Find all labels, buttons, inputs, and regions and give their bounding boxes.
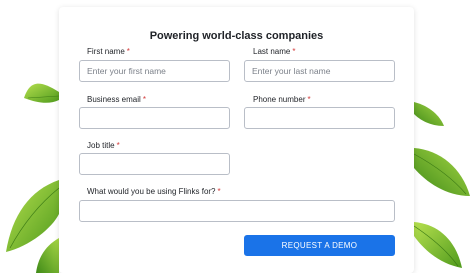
last-name-input[interactable] xyxy=(244,60,395,82)
job-title-input[interactable] xyxy=(79,153,230,175)
job-title-label-text: Job title xyxy=(87,141,115,150)
first-name-label: First name * xyxy=(87,47,130,56)
business-email-input[interactable] xyxy=(79,107,230,129)
phone-number-label: Phone number * xyxy=(253,95,311,104)
last-name-label-text: Last name xyxy=(253,47,291,56)
required-marker: * xyxy=(217,187,221,196)
required-marker: * xyxy=(116,141,120,150)
leaf-icon xyxy=(24,83,60,103)
required-marker: * xyxy=(126,47,130,56)
required-marker: * xyxy=(142,95,146,104)
leaf-icon xyxy=(414,102,444,126)
leaf-icon xyxy=(6,180,60,252)
use-case-label: What would you be using Flinks for? * xyxy=(87,187,221,196)
phone-number-input[interactable] xyxy=(244,107,395,129)
leaf-icon xyxy=(413,148,470,196)
phone-number-label-text: Phone number xyxy=(253,95,306,104)
business-email-label-text: Business email xyxy=(87,95,141,104)
business-email-label: Business email * xyxy=(87,95,146,104)
required-marker: * xyxy=(292,47,296,56)
last-name-label: Last name * xyxy=(253,47,295,56)
required-marker: * xyxy=(307,95,311,104)
leaf-icon xyxy=(36,238,59,273)
job-title-label: Job title * xyxy=(87,141,120,150)
first-name-label-text: First name xyxy=(87,47,125,56)
first-name-input[interactable] xyxy=(79,60,230,82)
demo-request-page: Powering world-class companies First nam… xyxy=(0,0,474,273)
request-demo-button[interactable]: REQUEST A DEMO xyxy=(244,235,395,256)
use-case-input[interactable] xyxy=(79,200,395,222)
use-case-label-text: What would you be using Flinks for? xyxy=(87,187,216,196)
demo-request-form: Powering world-class companies First nam… xyxy=(59,7,414,273)
form-title: Powering world-class companies xyxy=(149,30,324,42)
leaf-icon xyxy=(413,222,462,268)
